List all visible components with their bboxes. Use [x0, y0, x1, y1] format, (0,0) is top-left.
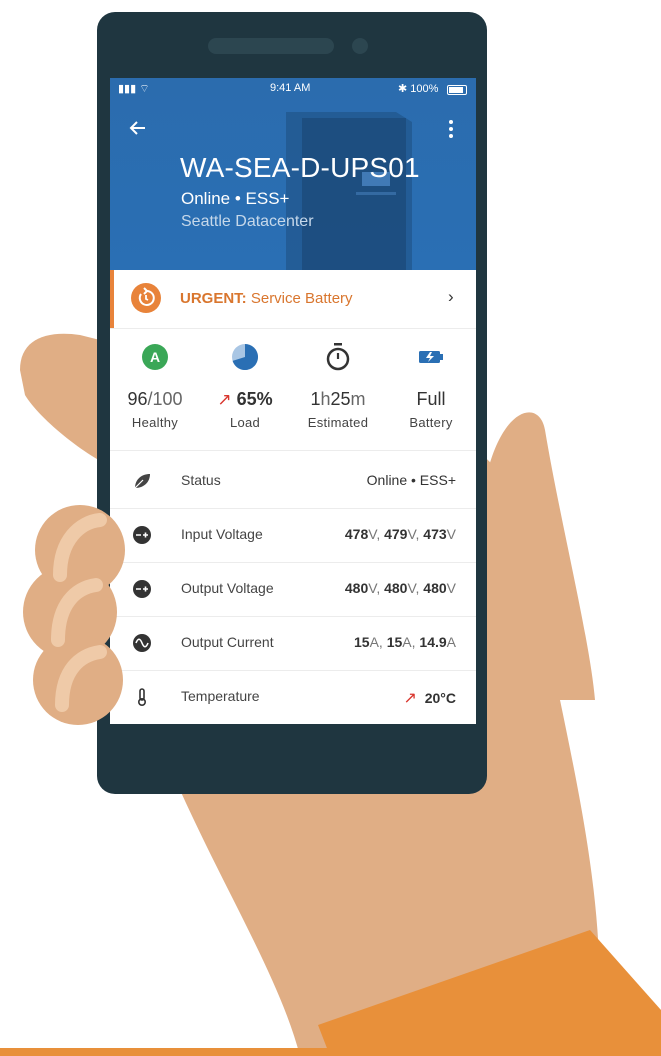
- hand-fingers: [23, 505, 125, 725]
